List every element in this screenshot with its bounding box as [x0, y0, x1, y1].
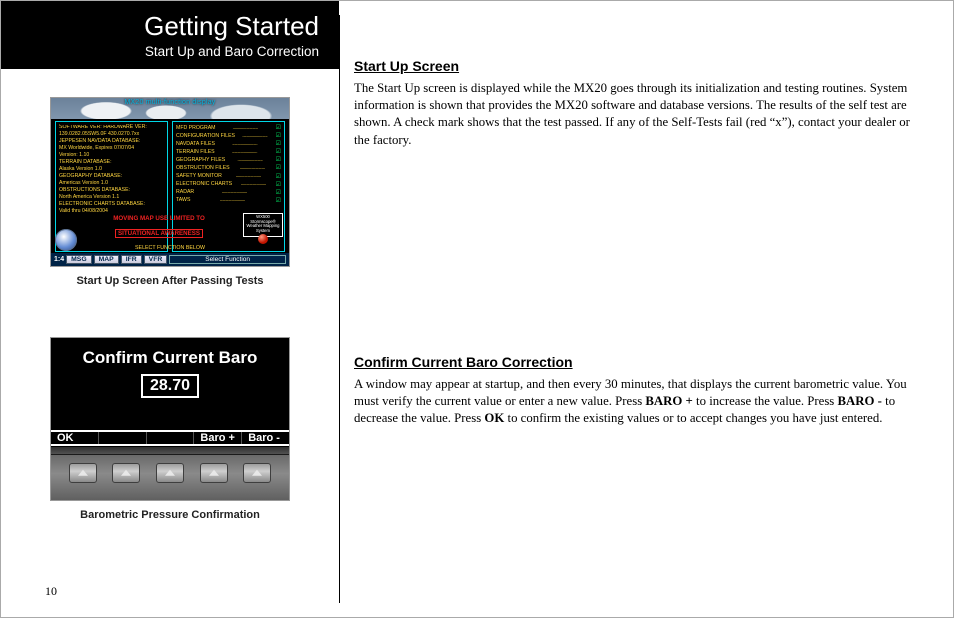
scale-label: 1:4 — [54, 256, 64, 263]
select-function-text: Select Function — [169, 255, 286, 264]
ifr-button[interactable]: IFR — [121, 255, 142, 264]
globe-logo-icon — [55, 229, 77, 251]
select-function-label: SELECT FUNCTION BELOW — [51, 245, 289, 251]
bezel-up-button-3[interactable] — [156, 463, 184, 483]
check-icon: ☑ — [276, 156, 281, 164]
baro-plus-button[interactable]: Baro + — [194, 432, 242, 444]
figure-startup-screen: MX20 multi-function display SYSTEM INFOR… — [1, 97, 339, 287]
check-icon: ☑ — [276, 197, 281, 205]
ok-button[interactable]: OK — [51, 432, 99, 444]
check-icon: ☑ — [276, 189, 281, 197]
check-icon: ☑ — [276, 132, 281, 140]
map-button[interactable]: MAP — [94, 255, 119, 264]
device-label: MX20 multi-function display — [51, 99, 289, 106]
chapter-banner: Getting Started Start Up and Baro Correc… — [1, 1, 339, 69]
check-icon: ☑ — [276, 148, 281, 156]
bezel-up-button-2[interactable] — [112, 463, 140, 483]
vfr-button[interactable]: VFR — [144, 255, 168, 264]
bezel-up-button-1[interactable] — [69, 463, 97, 483]
check-icon: ☑ — [276, 124, 281, 132]
msg-button[interactable]: MSG — [66, 255, 91, 264]
paragraph-baro: A window may appear at startup, and then… — [354, 376, 923, 428]
heading-startup: Start Up Screen — [354, 57, 923, 76]
figure2-caption: Barometric Pressure Confirmation — [1, 509, 339, 521]
chapter-title: Getting Started — [21, 11, 319, 42]
content-column: Start Up Screen The Start Up screen is d… — [340, 1, 953, 617]
baro-title: Confirm Current Baro — [51, 338, 289, 368]
page-number: 10 — [45, 584, 57, 599]
chapter-subtitle: Start Up and Baro Correction — [21, 44, 319, 59]
check-icon: ☑ — [276, 140, 281, 148]
check-icon: ☑ — [276, 164, 281, 172]
baro-value: 28.70 — [141, 374, 199, 398]
figure-baro-confirm: Confirm Current Baro 28.70 OK Baro + Bar… — [1, 337, 339, 521]
figure1-caption: Start Up Screen After Passing Tests — [1, 275, 339, 287]
bezel-up-button-4[interactable] — [200, 463, 228, 483]
function-button-bar: 1:4 MSG MAP IFR VFR Select Function — [51, 253, 289, 266]
bezel-up-button-5[interactable] — [243, 463, 271, 483]
baro-minus-button[interactable]: Baro - — [242, 432, 289, 444]
baro-plus-text: BARO + — [645, 394, 692, 408]
check-icon: ☑ — [276, 173, 281, 181]
heading-baro: Confirm Current Baro Correction — [354, 353, 923, 372]
check-icon: ☑ — [276, 181, 281, 189]
stormscope-brand: WX500Stormscope®Weather MappingSystem — [243, 213, 283, 237]
ok-text: OK — [484, 411, 504, 425]
paragraph-startup: The Start Up screen is displayed while t… — [354, 80, 923, 149]
baro-minus-text: BARO - — [838, 394, 882, 408]
baro-button-row: OK Baro + Baro - — [51, 430, 289, 446]
warning-label: MOVING MAP USE LIMITED TO SITUATIONAL AW… — [81, 215, 237, 240]
baro-screen-image: Confirm Current Baro 28.70 OK Baro + Bar… — [50, 337, 290, 501]
startup-screen-image: MX20 multi-function display SYSTEM INFOR… — [50, 97, 290, 267]
device-bezel — [51, 447, 289, 500]
